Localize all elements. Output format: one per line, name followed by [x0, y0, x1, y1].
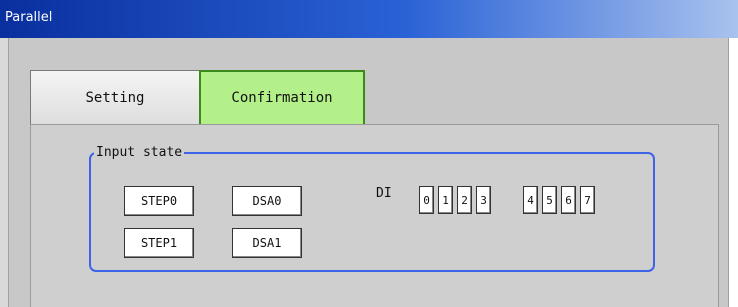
di-label: DI: [376, 186, 392, 201]
window-frame-right: [728, 38, 738, 307]
di-bit-0-label: 0: [423, 193, 430, 207]
step0-label: STEP0: [140, 194, 178, 208]
window-title: Parallel: [5, 10, 53, 25]
di-bit-4: 4: [523, 186, 538, 214]
tab-setting[interactable]: Setting: [30, 70, 200, 124]
parallel-window: Parallel Setting Confirmation Input stat…: [0, 0, 738, 307]
dsa0-label: DSA0: [252, 194, 282, 208]
dsa1-indicator: DSA1: [232, 228, 302, 258]
di-bit-7-label: 7: [584, 193, 591, 207]
dsa0-indicator: DSA0: [232, 186, 302, 216]
tab-setting-label: Setting: [85, 89, 145, 106]
di-bit-1-label: 1: [442, 193, 449, 207]
input-state-group-label: Input state: [94, 145, 185, 160]
di-bit-5: 5: [542, 186, 557, 214]
di-bit-7: 7: [580, 186, 595, 214]
di-bit-2: 2: [457, 186, 472, 214]
step1-label: STEP1: [140, 236, 178, 250]
di-bit-5-label: 5: [546, 193, 553, 207]
di-bit-6-label: 6: [565, 193, 572, 207]
di-bit-0: 0: [419, 186, 434, 214]
di-bit-3-label: 3: [480, 193, 487, 207]
di-bit-4-label: 4: [527, 193, 534, 207]
di-bit-1: 1: [438, 186, 453, 214]
tab-confirmation-label: Confirmation: [231, 90, 333, 106]
dsa1-label: DSA1: [252, 236, 282, 250]
window-frame-left: [0, 38, 9, 307]
title-bar: Parallel: [0, 0, 738, 38]
tab-confirmation[interactable]: Confirmation: [199, 70, 365, 124]
di-bit-6: 6: [561, 186, 576, 214]
di-bit-3: 3: [476, 186, 491, 214]
step1-indicator: STEP1: [124, 228, 194, 258]
step0-indicator: STEP0: [124, 186, 194, 216]
di-bit-2-label: 2: [461, 193, 468, 207]
